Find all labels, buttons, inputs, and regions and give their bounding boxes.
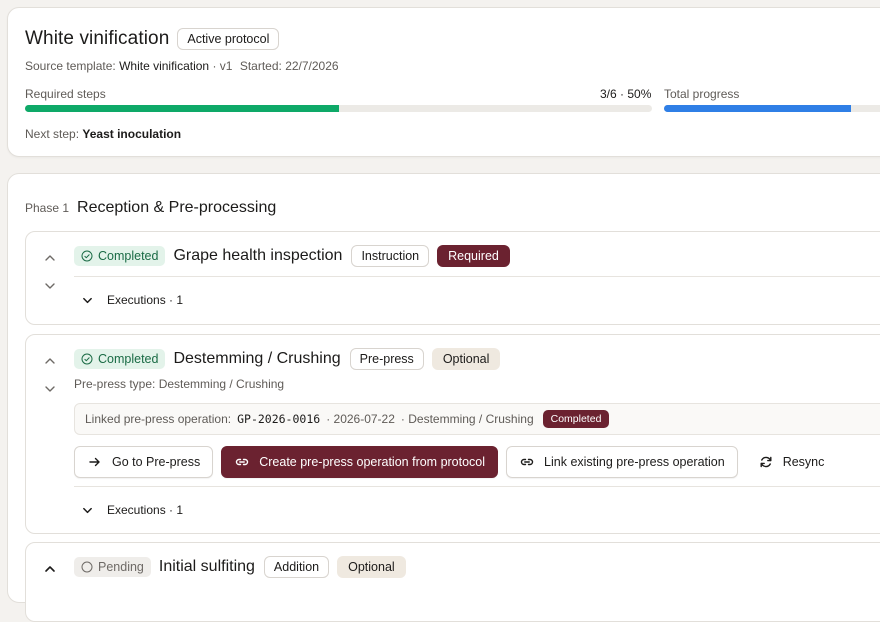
phase-card: Phase 1 Reception & Pre-processing Compl… xyxy=(7,173,880,622)
title-row: White vinification Active protocol xyxy=(25,28,280,50)
executions-label: Executions · 1 xyxy=(107,503,184,517)
circle-icon xyxy=(81,561,93,573)
link-icon xyxy=(520,458,534,466)
status-badge-completed: Completed xyxy=(74,349,166,369)
create-pre-press-operation-button[interactable]: Create pre-press operation from protocol xyxy=(221,446,499,478)
source-template-value: White vinification xyxy=(119,59,210,73)
started-value: 22/7/2026 xyxy=(285,59,339,73)
status-label: Completed xyxy=(98,352,159,366)
divider xyxy=(74,276,880,277)
step-header: Completed Destemming / Crushing Pre-pres… xyxy=(74,348,501,370)
optional-tag: Optional xyxy=(431,348,501,370)
linked-operation-date: · 2026-07-22 xyxy=(326,412,395,426)
chevron-down-icon xyxy=(83,297,92,303)
move-down-button[interactable] xyxy=(40,379,60,399)
linked-operation-box: Linked pre-press operation: GP-2026-0016… xyxy=(74,403,880,435)
check-circle-icon xyxy=(81,353,93,365)
reorder-controls xyxy=(40,248,60,304)
source-template-label: Source template: xyxy=(25,59,116,73)
chevron-up-icon xyxy=(45,255,55,261)
arrow-right-icon xyxy=(89,457,100,467)
step-actions: Go to Pre-press Create pre-press operati… xyxy=(74,446,837,478)
template-version: · v1 xyxy=(212,59,233,73)
chevron-up-icon xyxy=(45,566,55,572)
status-badge: Active protocol xyxy=(177,28,280,50)
linked-operation-type: · Destemming / Crushing xyxy=(400,412,534,426)
next-step-value: Yeast inoculation xyxy=(82,127,182,141)
step-card-destemming-crushing: Completed Destemming / Crushing Pre-pres… xyxy=(25,334,880,534)
executions-toggle[interactable]: Executions · 1 xyxy=(82,293,183,307)
started-label: Started: xyxy=(239,59,282,73)
step-type-tag: Addition xyxy=(263,556,330,578)
button-label: Create pre-press operation from protocol xyxy=(259,455,486,469)
phase-header: Phase 1 Reception & Pre-processing xyxy=(25,199,276,217)
move-up-button[interactable] xyxy=(40,248,60,268)
status-label: Pending xyxy=(98,560,144,574)
executions-label: Executions · 1 xyxy=(107,293,184,307)
linked-operation-label: Linked pre-press operation: xyxy=(85,412,232,426)
protocol-header-card: White vinification Active protocol Sourc… xyxy=(7,7,880,157)
linked-operation-code[interactable]: GP-2026-0016 xyxy=(237,412,320,426)
step-header: Pending Initial sulfiting Addition Optio… xyxy=(74,556,406,578)
linked-operation-status-badge: Completed xyxy=(542,410,610,428)
go-to-pre-press-button[interactable]: Go to Pre-press xyxy=(74,446,214,478)
divider xyxy=(74,486,880,487)
phase-number: Phase 1 xyxy=(25,201,70,215)
step-card-initial-sulfiting: Pending Initial sulfiting Addition Optio… xyxy=(25,542,880,622)
reorder-controls xyxy=(40,559,60,587)
phase-title: Reception & Pre-processing xyxy=(77,199,277,216)
step-type-tag: Pre-press xyxy=(349,348,424,370)
status-label: Completed xyxy=(98,249,159,263)
required-steps-progress-fill xyxy=(25,105,339,112)
total-progress-fill xyxy=(664,105,852,112)
chevron-down-icon xyxy=(83,507,92,513)
protocol-meta: Source template: White vinification · v1… xyxy=(25,59,339,73)
step-header: Completed Grape health inspection Instru… xyxy=(74,245,510,267)
page-title: White vinification xyxy=(25,28,170,49)
total-progress-bar xyxy=(664,105,880,112)
pre-press-type: Pre-press type: Destemming / Crushing xyxy=(74,377,285,391)
total-progress-label: Total progress xyxy=(664,87,740,101)
move-up-button[interactable] xyxy=(40,351,60,371)
button-label: Go to Pre-press xyxy=(112,455,201,469)
chevron-down-icon xyxy=(45,386,55,392)
link-icon xyxy=(236,458,249,466)
required-steps-progress-bar xyxy=(25,105,652,112)
step-card-grape-health-inspection: Completed Grape health inspection Instru… xyxy=(25,231,880,325)
button-label: Link existing pre-press operation xyxy=(544,455,725,469)
reorder-controls xyxy=(40,351,60,407)
link-existing-operation-button[interactable]: Link existing pre-press operation xyxy=(506,446,738,478)
move-up-button[interactable] xyxy=(40,559,60,579)
chevron-down-icon xyxy=(45,283,55,289)
step-title: Destemming / Crushing xyxy=(173,350,341,367)
next-step: Next step: Yeast inoculation xyxy=(25,127,181,141)
required-steps-label: Required steps xyxy=(25,87,106,101)
refresh-icon xyxy=(760,456,772,468)
chevron-up-icon xyxy=(45,358,55,364)
optional-tag: Optional xyxy=(337,556,406,578)
status-badge-completed: Completed xyxy=(74,246,166,266)
move-down-button[interactable] xyxy=(40,276,60,296)
step-type-tag: Instruction xyxy=(351,245,430,267)
next-step-label: Next step: xyxy=(25,127,80,141)
status-badge-pending: Pending xyxy=(74,557,151,577)
check-circle-icon xyxy=(81,250,93,262)
executions-toggle[interactable]: Executions · 1 xyxy=(82,503,183,517)
step-title: Initial sulfiting xyxy=(158,558,255,575)
required-tag: Required xyxy=(437,245,510,267)
required-steps-value: 3/6 · 50% xyxy=(600,87,652,101)
resync-button[interactable]: Resync xyxy=(746,446,838,478)
button-label: Resync xyxy=(782,455,825,469)
step-title: Grape health inspection xyxy=(173,247,343,264)
